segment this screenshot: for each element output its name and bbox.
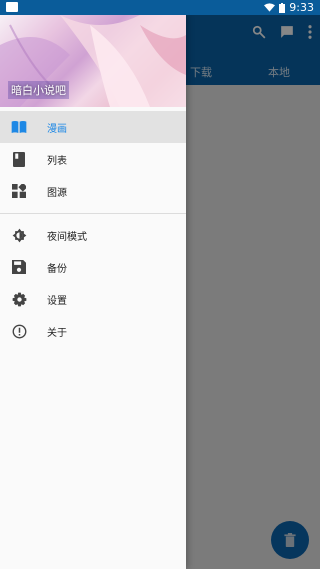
menu-item-label: 设置 xyxy=(47,295,67,307)
menu-item-label: 漫画 xyxy=(47,123,67,135)
book-icon xyxy=(11,151,27,167)
menu-item-label: 列表 xyxy=(47,155,67,167)
drawer-header: 暗白小说吧 xyxy=(0,15,186,107)
menu-item-source[interactable]: 图源 xyxy=(0,175,186,207)
brightness-icon xyxy=(11,227,27,243)
header-title: 暗白小说吧 xyxy=(8,81,69,99)
info-icon xyxy=(11,323,27,339)
menu-item-list[interactable]: 列表 xyxy=(0,143,186,175)
gear-icon xyxy=(11,291,27,307)
menu-item-night-mode[interactable]: 夜间模式 xyxy=(0,219,186,251)
save-icon xyxy=(11,259,27,275)
status-time: 9:33 xyxy=(289,1,314,14)
menu-item-label: 关于 xyxy=(47,327,67,339)
menu-item-settings[interactable]: 设置 xyxy=(0,283,186,315)
status-bar: 9:33 xyxy=(0,0,320,15)
battery-icon xyxy=(279,2,286,13)
menu-item-about[interactable]: 关于 xyxy=(0,315,186,347)
status-right: 9:33 xyxy=(264,0,314,15)
menu-item-label: 备份 xyxy=(47,263,67,275)
book-open-icon xyxy=(11,119,27,135)
menu-item-comic[interactable]: 漫画 xyxy=(0,111,186,143)
menu-item-label: 图源 xyxy=(47,187,67,199)
menu-item-backup[interactable]: 备份 xyxy=(0,251,186,283)
wifi-icon xyxy=(264,3,276,12)
menu-item-label: 夜间模式 xyxy=(47,231,87,243)
dashboard-icon xyxy=(11,183,27,199)
navigation-drawer: 暗白小说吧 漫画 列表 图源 夜间模式 备份 设置 关于 xyxy=(0,15,186,569)
menu-divider xyxy=(0,213,186,214)
drawer-menu: 漫画 列表 图源 夜间模式 备份 设置 关于 xyxy=(0,111,186,347)
notification-icon xyxy=(6,2,18,12)
